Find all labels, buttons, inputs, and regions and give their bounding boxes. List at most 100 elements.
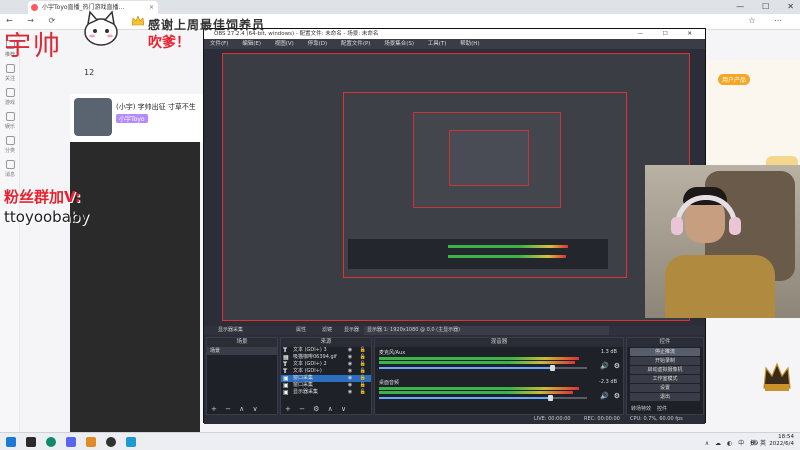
visibility-lock-icon[interactable]: ◉ 🔓	[348, 361, 369, 368]
stream-title: (小宇) 字帅出征 寸草不生	[116, 103, 196, 111]
crown-icon	[132, 16, 144, 26]
source-item[interactable]: ▣ 窗口采集 ◉ 🔓	[281, 382, 371, 389]
scenes-header: 场景	[207, 338, 277, 347]
display-select[interactable]: 显示器 1: 1920x1080 @ 0,0 (主显示器)	[364, 326, 609, 335]
volume-slider[interactable]	[379, 365, 587, 371]
level-meter	[379, 391, 573, 394]
current-source-label: 显示器采集	[218, 327, 244, 333]
right-panel-tag[interactable]: 用户产品	[718, 74, 751, 85]
blow-text-overlay: 吹爹！	[148, 35, 190, 51]
minimize-button[interactable]: —	[736, 0, 744, 14]
menu-scene-collection[interactable]: 场景集合(S)	[384, 41, 414, 47]
streamer-name-overlay: 宇帅	[4, 31, 62, 62]
volume-knob[interactable]	[549, 365, 555, 371]
level-meter	[379, 387, 579, 390]
obs-app-icon[interactable]	[106, 437, 116, 447]
start-icon[interactable]	[6, 437, 16, 447]
rail-item-message[interactable]: 消息	[2, 160, 18, 178]
level-meter	[379, 361, 575, 364]
headset-earcup	[671, 217, 683, 235]
recursive-preview-3	[449, 130, 529, 186]
recursive-obs-ui	[348, 239, 608, 269]
properties-button[interactable]: 属性	[296, 326, 306, 335]
controls-dock: 控件 停止推流 开始录制 启动虚拟摄像机 工作室模式 设置 退出 转场特效 控件	[626, 337, 704, 415]
streamer-avatar[interactable]	[74, 98, 112, 136]
gear-icon[interactable]: ⚙	[614, 392, 620, 400]
visibility-lock-icon[interactable]: ◉ 🔓	[348, 368, 369, 375]
menu-dock[interactable]: 停靠(D)	[308, 41, 328, 47]
rail-item-ent[interactable]: 娱乐	[2, 112, 18, 130]
obs-window: OBS 27.2.4 (64-bit, windows) - 配置文件: 未命名…	[203, 28, 706, 424]
volume-fill	[379, 397, 550, 399]
source-toolbar: 显示器采集 属性 滤镜 显示器 显示器 1: 1920x1080 @ 0,0 (…	[204, 326, 705, 335]
rail-item-games[interactable]: 游戏	[2, 88, 18, 106]
fans-group-id: ttoyoobaby	[4, 208, 90, 226]
mini-meter	[448, 245, 568, 248]
tab-controls[interactable]: 控件	[657, 404, 667, 414]
browser-app-icon[interactable]	[46, 437, 56, 447]
maximize-button[interactable]: ☐	[762, 0, 769, 14]
edge-icon[interactable]	[126, 437, 136, 447]
obs-preview[interactable]	[222, 53, 690, 321]
channel-name: 麦克风/Aux	[379, 350, 406, 356]
source-item[interactable]: T 文本 (GDI+) 3 ◉ 🔓	[281, 347, 371, 354]
star-icon	[5, 112, 15, 121]
volume-fill	[379, 367, 552, 369]
filters-button[interactable]: 滤镜	[322, 326, 332, 335]
visibility-lock-icon[interactable]: ◉ 🔓	[348, 382, 369, 389]
speaker-icon[interactable]: 🔊	[600, 392, 609, 400]
chat-app-icon[interactable]	[66, 437, 76, 447]
grid-icon	[5, 136, 15, 145]
tray-input-indicator[interactable]: 69 英	[750, 438, 766, 447]
browser-tools[interactable]: ☆ ⋯	[748, 16, 790, 25]
stream-player[interactable]	[70, 142, 200, 432]
scene-item[interactable]: 场景	[207, 347, 277, 355]
rec-timer: REC: 00:00:00	[584, 416, 620, 422]
settings-button[interactable]: 设置	[630, 384, 700, 392]
visibility-lock-icon[interactable]: ◉ 🔓	[348, 354, 369, 361]
sources-footer[interactable]: + − ⚙ ∧ ∨	[281, 404, 371, 414]
cat-mascot-icon	[84, 10, 118, 46]
mixer-dock: 混音器 麦克风/Aux 1.3 dB 🔊 ⚙ 桌面音频 -2.3 dB 🔊 ⚙	[374, 337, 624, 415]
speaker-icon[interactable]: 🔊	[600, 362, 609, 370]
live-timer: LIVE: 00:00:00	[534, 416, 571, 422]
exit-button[interactable]: 退出	[630, 393, 700, 401]
obs-statusbar: LIVE: 00:00:00 REC: 00:00:00 CPU: 0.7%, …	[204, 415, 705, 424]
menu-profile[interactable]: 配置文件(P)	[341, 41, 371, 47]
visibility-lock-icon[interactable]: ◉ 🔓	[348, 375, 369, 382]
source-item[interactable]: T 文本 (GDI+) ◉ 🔓	[281, 368, 371, 375]
gamepad-icon	[5, 88, 15, 97]
scenes-footer[interactable]: + − ∧ ∨	[207, 404, 277, 414]
source-item-selected[interactable]: ▣ 窗口采集 ◉ 🔓	[281, 375, 371, 382]
menu-help[interactable]: 帮助(H)	[460, 41, 479, 47]
tab-transitions[interactable]: 转场特效	[631, 404, 651, 414]
menu-tools[interactable]: 工具(T)	[428, 41, 447, 47]
mini-meter	[448, 255, 566, 258]
channel-name: 桌面音频	[379, 380, 400, 386]
streamer-tag[interactable]: 小宇Toyo	[116, 114, 148, 123]
source-item[interactable]: ▦ 吸猫咖啡06394.gif ◉ 🔓	[281, 354, 371, 361]
browser-window-controls: — ☐ ✕	[736, 0, 794, 14]
studio-mode-button[interactable]: 工作室模式	[630, 375, 700, 383]
gear-icon[interactable]: ⚙	[614, 362, 620, 370]
close-button[interactable]: ✕	[787, 0, 794, 14]
mixer-channel-mic: 麦克风/Aux 1.3 dB 🔊 ⚙	[375, 347, 623, 377]
clock-date: 2022/6/4	[769, 441, 794, 447]
clock[interactable]: 18:54 2022/6/4	[769, 434, 794, 448]
visibility-lock-icon[interactable]: ◉ 🔓	[348, 389, 369, 396]
controls-header: 控件	[627, 338, 703, 347]
steam-icon[interactable]	[26, 437, 36, 447]
volume-slider[interactable]	[379, 395, 587, 401]
visibility-lock-icon[interactable]: ◉ 🔓	[348, 347, 369, 354]
rail-item-follow[interactable]: 关注	[2, 64, 18, 82]
start-recording-button[interactable]: 开始录制	[630, 357, 700, 365]
rail-item-category[interactable]: 分类	[2, 136, 18, 154]
site-favicon-icon	[31, 4, 38, 11]
volume-knob[interactable]	[547, 395, 553, 401]
source-item[interactable]: T 文本 (GDI+) 2 ◉ 🔓	[281, 361, 371, 368]
virtual-camera-button[interactable]: 启动虚拟摄像机	[630, 366, 700, 374]
source-item[interactable]: ▣ 显示器采集 ◉ 🔓	[281, 389, 371, 396]
stop-stream-button[interactable]: 停止推流	[630, 348, 700, 356]
obs-window-controls[interactable]: — ☐ ✕	[637, 29, 701, 39]
folder-icon[interactable]	[86, 437, 96, 447]
